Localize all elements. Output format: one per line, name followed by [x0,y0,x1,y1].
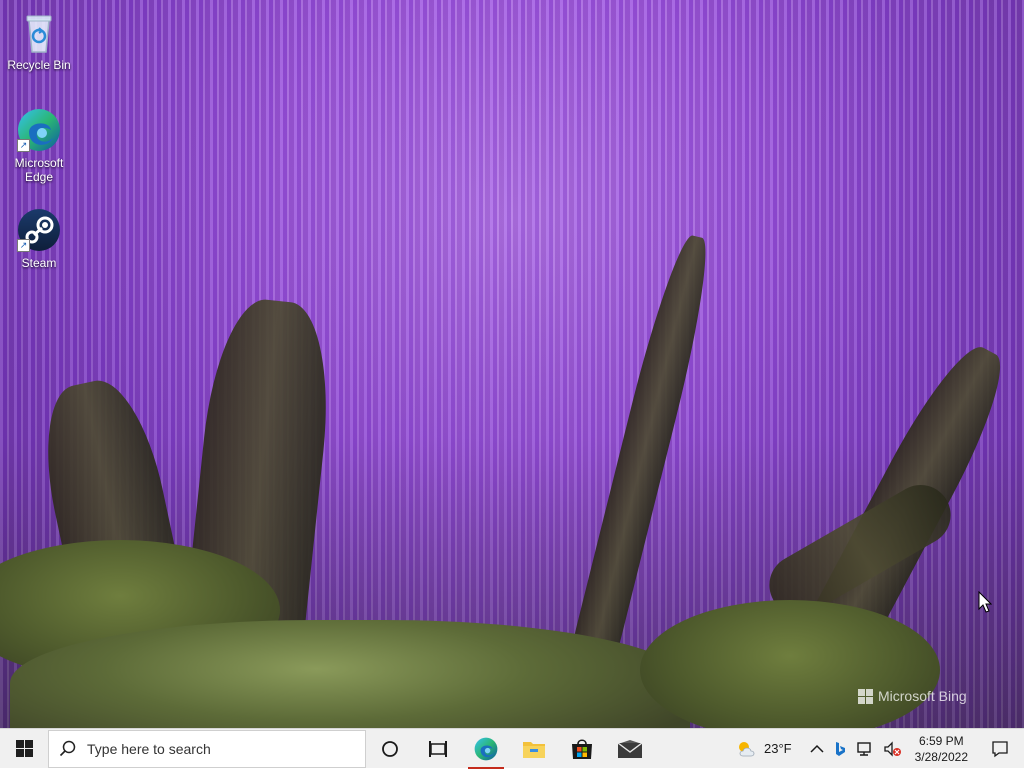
bing-watermark: Microsoft Bing [858,688,967,704]
circle-icon [382,740,398,757]
desktop-icon-label: Recycle Bin [7,58,71,72]
shortcut-arrow-icon: ↗ [17,239,30,252]
taskbar-edge-button[interactable] [462,729,510,769]
chevron-up-icon [810,744,824,753]
weather-widget[interactable]: 23°F [731,729,797,769]
search-icon [59,740,76,756]
wallpaper-rock [10,620,690,728]
taskbar-file-explorer-button[interactable] [510,729,558,769]
watermark-text: Microsoft Bing [878,688,967,704]
mail-icon [617,739,643,758]
taskbar-clock[interactable]: 6:59 PM 3/28/2022 [907,733,976,765]
wallpaper-moss [640,600,940,728]
recycle-bin-icon [15,8,63,56]
windows-logo-icon [858,688,873,704]
taskbar: Type here to search 23°F 6:59 PM 3/28/20… [0,728,1024,769]
taskbar-mail-button[interactable] [606,729,654,769]
task-view-button[interactable] [414,729,462,769]
desktop-icon-label: Steam [21,256,57,270]
edge-icon [474,737,498,760]
desktop-icon-recycle-bin[interactable]: Recycle Bin [3,8,75,72]
start-button[interactable] [0,729,48,769]
network-icon [856,741,871,756]
desktop-icon-label: Microsoft Edge [14,156,64,184]
cortana-button[interactable] [366,729,414,769]
bing-icon [835,741,845,756]
volume-button[interactable] [879,729,907,769]
network-button[interactable] [851,729,879,769]
store-icon [572,738,592,759]
volume-muted-icon [883,740,901,757]
desktop-icon-steam[interactable]: ↗ Steam [3,206,75,270]
partly-cloudy-icon [739,741,755,756]
weather-temp: 23°F [764,741,792,756]
clock-time: 6:59 PM [918,733,964,748]
mouse-cursor-icon [978,590,993,618]
edge-icon: ↗ [15,106,63,154]
action-center-button[interactable] [976,729,1024,769]
clock-date: 3/28/2022 [914,749,968,764]
windows-logo-icon [15,740,33,757]
desktop-icon-microsoft-edge[interactable]: ↗ Microsoft Edge [3,106,75,184]
taskbar-store-button[interactable] [558,729,606,769]
folder-icon [523,741,545,758]
search-placeholder: Type here to search [87,740,211,757]
wallpaper-trunk [566,231,720,679]
system-tray: 23°F 6:59 PM 3/28/2022 [731,729,1024,769]
notification-icon [992,740,1008,757]
task-view-icon [429,740,447,757]
desktop-background: Recycle Bin ↗ Microsoft Edge ↗ Steam Mic… [0,0,1024,728]
shortcut-arrow-icon: ↗ [17,139,30,152]
bing-tray-button[interactable] [829,729,851,769]
taskbar-search-box[interactable]: Type here to search [48,729,366,768]
steam-icon: ↗ [15,206,63,254]
show-hidden-icons-button[interactable] [805,729,829,769]
